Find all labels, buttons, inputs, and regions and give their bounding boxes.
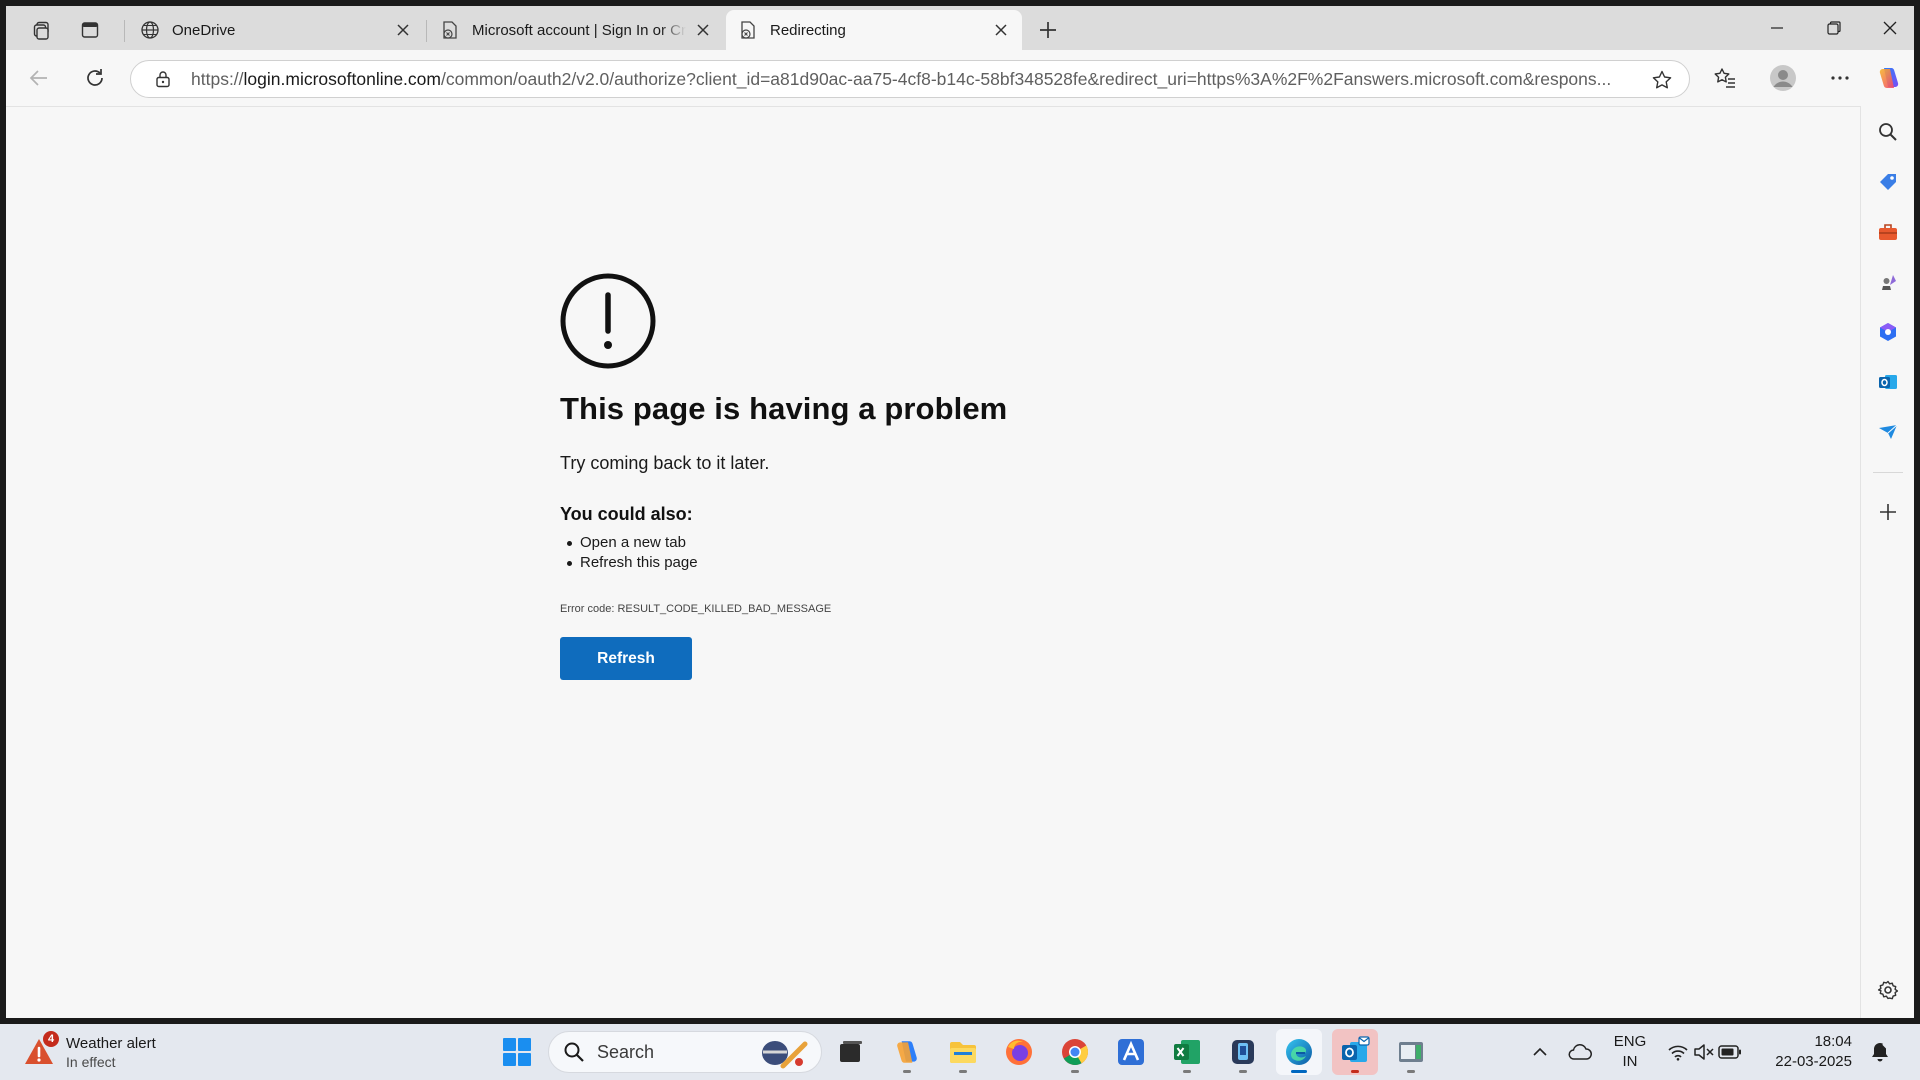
page-error-icon xyxy=(440,20,460,40)
search-icon[interactable] xyxy=(1870,114,1906,150)
taskbar: 4 Weather alert In effect Search ENG IN … xyxy=(0,1024,1920,1080)
globe-icon xyxy=(140,20,160,40)
tools-icon[interactable] xyxy=(1870,214,1906,250)
minimize-icon[interactable] xyxy=(1748,6,1806,50)
url-scheme: https:// xyxy=(191,68,244,89)
running-indicator xyxy=(1071,1070,1079,1073)
phone-link-icon[interactable] xyxy=(1220,1029,1266,1075)
error-exclamation-icon xyxy=(560,273,656,369)
weather-alert-icon: 4 xyxy=(22,1031,59,1069)
tab-title: Redirecting xyxy=(770,21,846,39)
weather-title: Weather alert xyxy=(66,1034,156,1052)
search-icon xyxy=(564,1042,584,1062)
profile-avatar-icon[interactable] xyxy=(1764,60,1802,96)
close-window-icon[interactable] xyxy=(1861,6,1914,50)
site-info-icon[interactable] xyxy=(153,69,173,89)
notification-bell-icon[interactable] xyxy=(1868,1040,1892,1064)
edge-sidebar xyxy=(1860,106,1914,1018)
new-tab-icon[interactable] xyxy=(1030,14,1066,46)
running-indicator xyxy=(1407,1070,1415,1073)
page-error-icon xyxy=(738,20,758,40)
running-indicator xyxy=(959,1070,967,1073)
running-indicator xyxy=(1183,1070,1191,1073)
firefox-icon[interactable] xyxy=(996,1029,1042,1075)
running-indicator xyxy=(1351,1070,1359,1073)
url-text[interactable]: https://login.microsoftonline.com/common… xyxy=(191,69,1631,90)
tab-onedrive[interactable]: OneDrive xyxy=(128,10,424,50)
app-a-icon[interactable] xyxy=(1108,1029,1154,1075)
weather-alert-badge: 4 xyxy=(43,1031,59,1047)
chrome-icon[interactable] xyxy=(1052,1029,1098,1075)
clock[interactable]: 18:04 22-03-2025 xyxy=(1752,1032,1852,1072)
suggestion-open-new-tab: Open a new tab xyxy=(560,533,1260,553)
url-path: /common/oauth2/v2.0/authorize?client_id=… xyxy=(440,68,1612,89)
tab-title: OneDrive xyxy=(172,21,236,39)
suggestion-refresh-page: Refresh this page xyxy=(560,553,1260,573)
battery-icon[interactable] xyxy=(1718,1040,1742,1064)
microsoft365-icon[interactable] xyxy=(1870,314,1906,350)
close-tab-icon[interactable] xyxy=(392,19,414,41)
taskbar-search[interactable]: Search xyxy=(548,1031,822,1073)
restore-icon[interactable] xyxy=(1805,6,1863,50)
add-favorite-star-icon[interactable] xyxy=(1647,65,1677,95)
system-tray: ENG IN 18:04 22-03-2025 xyxy=(1500,1024,1920,1080)
tab-actions-icon[interactable] xyxy=(72,14,108,46)
browser-window: OneDrive Microsoft account | Sign In or … xyxy=(6,6,1914,1018)
games-icon[interactable] xyxy=(1870,264,1906,300)
navigation-toolbar: https://login.microsoftonline.com/common… xyxy=(6,50,1914,106)
running-indicator xyxy=(1291,1070,1307,1073)
show-hidden-icons-chevron-up-icon[interactable] xyxy=(1528,1040,1552,1064)
outlook-icon[interactable] xyxy=(1870,364,1906,400)
weather-widget[interactable]: 4 Weather alert In effect xyxy=(22,1030,156,1074)
cricket-highlight-icon xyxy=(762,1041,808,1069)
file-explorer-icon[interactable] xyxy=(940,1029,986,1075)
close-tab-icon[interactable] xyxy=(990,19,1012,41)
copilot-icon[interactable] xyxy=(884,1029,930,1075)
clock-date: 22-03-2025 xyxy=(1775,1053,1852,1070)
running-indicator xyxy=(1239,1070,1247,1073)
file-manager-icon[interactable] xyxy=(828,1029,874,1075)
reload-icon[interactable] xyxy=(76,60,114,96)
language-region: IN xyxy=(1622,1053,1638,1070)
clock-time: 18:04 xyxy=(1814,1033,1852,1050)
close-tab-icon[interactable] xyxy=(692,19,714,41)
input-language[interactable]: ENG IN xyxy=(1608,1032,1652,1072)
tab-microsoft-account[interactable]: Microsoft account | Sign In or Cre xyxy=(428,10,724,50)
tab-strip: OneDrive Microsoft account | Sign In or … xyxy=(6,6,1914,50)
error-subtitle: Try coming back to it later. xyxy=(560,453,770,473)
excel-icon[interactable] xyxy=(1164,1029,1210,1075)
running-indicator xyxy=(903,1070,911,1073)
error-title: This page is having a problem xyxy=(560,391,1008,426)
copilot-icon[interactable] xyxy=(1870,60,1908,96)
tab-redirecting[interactable]: Redirecting xyxy=(726,10,1022,50)
weather-status: In effect xyxy=(66,1053,116,1070)
suggestions-heading: You could also: xyxy=(560,504,693,524)
error-code: Error code: RESULT_CODE_KILLED_BAD_MESSA… xyxy=(560,603,832,615)
search-label: Search xyxy=(597,1041,655,1062)
language-code: ENG xyxy=(1613,1033,1647,1050)
outlook-icon[interactable] xyxy=(1332,1029,1378,1075)
volume-muted-icon[interactable] xyxy=(1692,1040,1716,1064)
edge-icon[interactable] xyxy=(1276,1029,1322,1075)
shopping-tag-icon[interactable] xyxy=(1870,164,1906,200)
more-options-icon[interactable] xyxy=(1821,60,1859,96)
favorites-icon[interactable] xyxy=(1706,60,1744,96)
wifi-icon[interactable] xyxy=(1666,1040,1690,1064)
url-host: login.microsoftonline.com xyxy=(243,68,441,89)
start-icon[interactable] xyxy=(494,1029,540,1075)
address-bar[interactable]: https://login.microsoftonline.com/common… xyxy=(130,60,1690,98)
tab-title: Microsoft account | Sign In or Cre xyxy=(472,21,686,39)
remote-app-icon[interactable] xyxy=(1388,1029,1434,1075)
error-panel: This page is having a problem Try coming… xyxy=(560,273,1260,680)
drop-icon[interactable] xyxy=(1870,414,1906,450)
suggestions-list: Open a new tab Refresh this page xyxy=(560,533,1260,573)
page-content: This page is having a problem Try coming… xyxy=(6,106,1860,1018)
workspaces-icon[interactable] xyxy=(24,14,60,46)
refresh-button[interactable]: Refresh xyxy=(560,637,692,680)
onedrive-cloud-icon[interactable] xyxy=(1568,1040,1592,1064)
add-icon[interactable] xyxy=(1870,494,1906,530)
back-icon[interactable] xyxy=(20,60,58,96)
settings-icon[interactable] xyxy=(1870,972,1906,1008)
